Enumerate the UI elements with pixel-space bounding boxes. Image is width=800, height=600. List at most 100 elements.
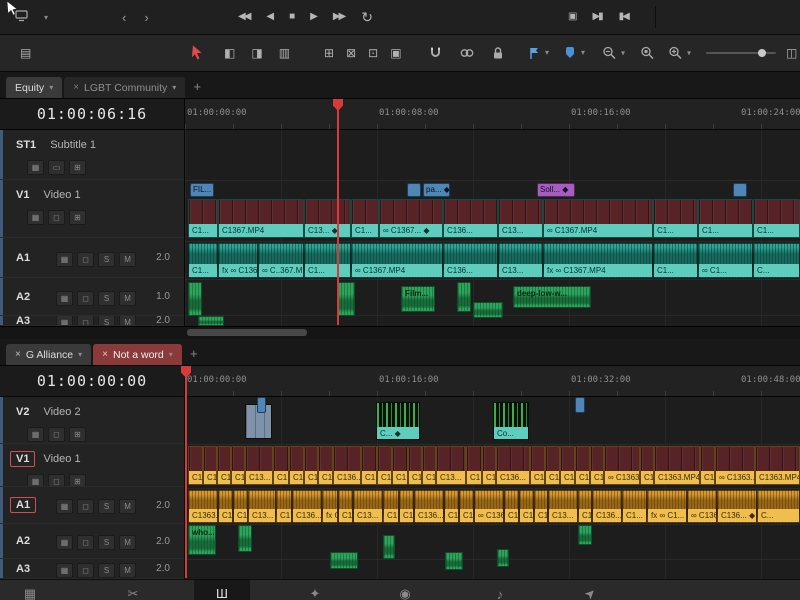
timeline-clip[interactable]: ∞ C136...: [687, 490, 717, 523]
timeline-clip[interactable]: C1...: [361, 446, 377, 485]
trim-edit-mode-button[interactable]: ◧: [224, 47, 235, 59]
page-edit[interactable]: Ш: [194, 580, 250, 600]
track-control-icon[interactable]: ◻: [77, 563, 94, 578]
timeline-clip[interactable]: [497, 549, 509, 567]
page-deliver[interactable]: ➤: [562, 580, 618, 600]
timeline-clip[interactable]: C1...: [575, 446, 590, 485]
timeline-clip[interactable]: C1...: [534, 490, 548, 523]
track-control-icon[interactable]: ◻: [77, 316, 94, 326]
scrollbar-thumb[interactable]: [187, 329, 307, 336]
track-control-icon[interactable]: ▦: [56, 252, 73, 267]
track-header[interactable]: A1 ▦◻SM 2.0 ▦◻SM: [0, 238, 184, 278]
timeline-ruler[interactable]: 01:00:00:0001:00:16:0001:00:32:0001:00:4…: [185, 366, 800, 396]
timeline-clip[interactable]: C1...: [338, 490, 353, 523]
timeline-clip[interactable]: C13...: [498, 199, 543, 238]
timeline-tab[interactable]: Equity ▾: [6, 77, 62, 98]
timeline-clips-area[interactable]: FIL... pa... ◆ Soll... ◆: [185, 130, 800, 326]
track-control-icon[interactable]: ▦: [27, 210, 44, 225]
track-control-icon[interactable]: ⊞: [69, 427, 86, 442]
timeline-clip[interactable]: C1...: [519, 490, 534, 523]
nav-back-button[interactable]: ‹: [122, 10, 126, 25]
timeline-clip[interactable]: C1363.MP4: [654, 446, 700, 485]
timeline-clip[interactable]: C1...: [545, 446, 560, 485]
chevron-down-icon[interactable]: ▾: [78, 350, 82, 359]
timeline-clip[interactable]: C13...: [498, 243, 543, 278]
timeline-clip[interactable]: C1...: [188, 446, 203, 485]
chevron-down-icon[interactable]: ▾: [545, 49, 549, 57]
track-header[interactable]: A2 ▦◻SM 1.0 ▦◻SM: [0, 278, 184, 316]
timeline-tab[interactable]: × G Alliance ▾: [6, 344, 91, 365]
track-id[interactable]: A1: [10, 250, 36, 266]
position-lock-icon[interactable]: [490, 46, 506, 61]
timeline-clip[interactable]: C1...: [318, 446, 333, 485]
timeline-clip[interactable]: C1...: [231, 446, 245, 485]
track-control-icon[interactable]: ◻: [77, 252, 94, 267]
timeline-clip[interactable]: [330, 552, 358, 569]
track-control-icon[interactable]: M: [119, 499, 136, 514]
track-control-icon[interactable]: ▭: [48, 160, 65, 175]
page-fairlight[interactable]: ♪: [472, 580, 528, 600]
timeline-clip[interactable]: C1...: [653, 199, 698, 238]
chevron-down-icon[interactable]: ▾: [49, 83, 53, 92]
track-control-icon[interactable]: ▦: [27, 160, 44, 175]
timeline-clip[interactable]: fx ∞ C1...: [647, 490, 687, 523]
play-button[interactable]: ▶: [310, 12, 318, 22]
timeline-clip[interactable]: C1363...: [188, 490, 218, 523]
track-control-icon[interactable]: ◻: [48, 427, 65, 442]
timeline-clip[interactable]: [578, 525, 592, 545]
track-control-icon[interactable]: S: [98, 316, 115, 326]
close-tab-icon[interactable]: ×: [15, 349, 21, 360]
timeline-clip[interactable]: deep-low-w...: [513, 286, 591, 308]
timeline-clip[interactable]: fx ∞ C1367.MP4: [543, 243, 653, 278]
chevron-down-icon[interactable]: ▾: [169, 350, 173, 359]
Subtitle 1[interactable]: ST1 Subtitle 1 ▦▭⊞ ▦▭⊞: [0, 130, 184, 180]
timeline-clip[interactable]: C1...: [466, 446, 482, 485]
timeline-clip[interactable]: [445, 552, 463, 570]
zoom-out-button[interactable]: ▾: [602, 46, 625, 61]
zoom-in-button[interactable]: ▾: [668, 46, 691, 61]
track-control-icon[interactable]: ◻: [77, 535, 94, 550]
timeline-clip[interactable]: C136...: [414, 490, 444, 523]
track-control-icon[interactable]: S: [98, 291, 115, 306]
timeline-clip[interactable]: C1...: [459, 490, 474, 523]
insert-clip-button[interactable]: ⊞: [324, 47, 334, 59]
track-control-icon[interactable]: S: [98, 499, 115, 514]
timeline-clip[interactable]: ∞ C1367.MP4: [351, 243, 443, 278]
timeline-clip[interactable]: C1...: [422, 446, 436, 485]
page-media[interactable]: ▦: [2, 580, 58, 600]
page-color[interactable]: ◉: [377, 580, 433, 600]
Video 1[interactable]: V1 Video 1 ▦◻⊞ ▦◻⊞: [0, 444, 184, 487]
track-header[interactable]: A3 ▦◻SM 2.0 ▦◻SM: [0, 559, 184, 579]
track-control-icon[interactable]: ⊞: [69, 474, 86, 487]
replace-clip-button[interactable]: ⊡: [368, 47, 378, 59]
add-timeline-tab-button[interactable]: +: [184, 346, 204, 361]
timeline-clip[interactable]: [188, 282, 202, 316]
timeline-clip[interactable]: C...: [757, 490, 800, 523]
timeline-options-icon[interactable]: ▤: [20, 47, 31, 59]
chevron-down-icon[interactable]: ▾: [172, 83, 176, 92]
close-tab-icon[interactable]: ×: [73, 82, 79, 93]
Video 2[interactable]: V2 Video 2 ▦◻⊞ ▦◻⊞: [0, 397, 184, 444]
timeline-clip[interactable]: C1...: [560, 446, 575, 485]
timeline-clip[interactable]: C136...: [496, 446, 530, 485]
track-id[interactable]: ST1: [10, 137, 42, 153]
timeline-clip[interactable]: C1...: [698, 199, 753, 238]
horizontal-scrollbar[interactable]: [0, 326, 800, 339]
page-fusion[interactable]: ✦: [287, 580, 343, 600]
timeline-clip[interactable]: C1...: [753, 199, 800, 238]
dynamic-trim-mode-button[interactable]: ◨: [251, 47, 262, 59]
track-id[interactable]: A2: [10, 533, 36, 549]
timeline-clip[interactable]: C1...: [578, 490, 592, 523]
track-control-icon[interactable]: ◻: [48, 210, 65, 225]
timeline-clip[interactable]: Co...: [493, 402, 529, 440]
timeline-clip[interactable]: [457, 282, 471, 312]
rewind-button[interactable]: ◀◀: [238, 12, 251, 22]
track-control-icon[interactable]: ⊞: [69, 160, 86, 175]
timeline-clip[interactable]: ∞ C136...: [474, 490, 504, 523]
track-control-icon[interactable]: ▦: [27, 427, 44, 442]
track-control-icon[interactable]: ▦: [27, 474, 44, 487]
timeline-clip[interactable]: C1...: [188, 243, 218, 278]
timeline-clip[interactable]: [473, 302, 503, 318]
timeline-clip[interactable]: [257, 397, 266, 413]
timeline-clip[interactable]: C1...: [700, 446, 715, 485]
